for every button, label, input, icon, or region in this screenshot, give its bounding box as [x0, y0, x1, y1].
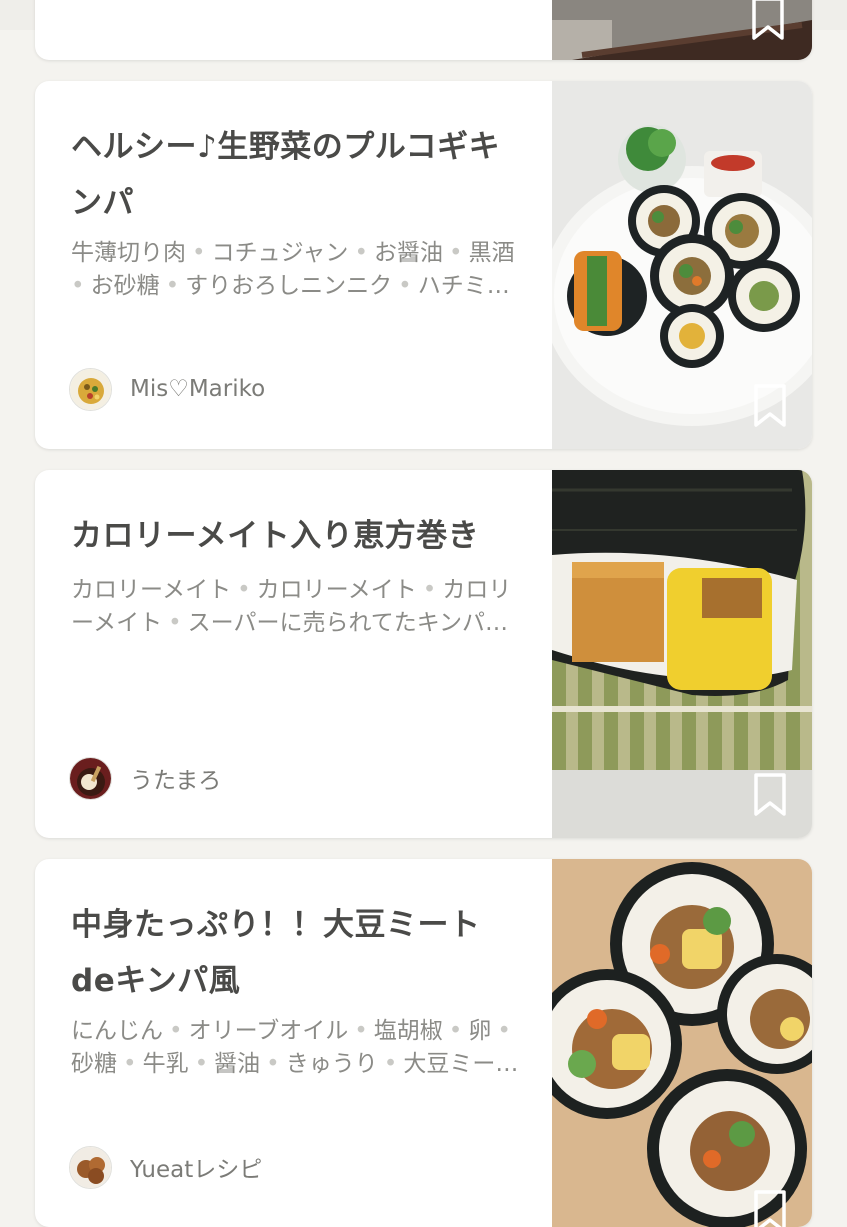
- avatar: [69, 756, 112, 800]
- recipe-image[interactable]: [532, 859, 812, 1227]
- author[interactable]: うたまろ: [69, 756, 221, 800]
- recipe-title[interactable]: 中身たっぷり！！大豆ミート deキンパ風: [71, 897, 531, 1009]
- author-name: うたまろ: [130, 768, 222, 794]
- recipe-title[interactable]: ヘルシー♪生野菜のプルコギキ ンパ: [71, 119, 531, 231]
- recipe-card[interactable]: 中身たっぷり！！大豆ミート deキンパ風 にんじん • オリーブオイル • 塩胡椒 • 卵 •…: [35, 859, 812, 1227]
- recipe-card-partial[interactable]: [35, 0, 812, 60]
- author[interactable]: Mis♡Mariko: [69, 367, 265, 411]
- bookmark-icon[interactable]: [752, 1189, 788, 1227]
- recipe-card[interactable]: ヘルシー♪生野菜のプルコギキ ンパ 牛薄切り肉 • コチュジャン • お醤油 • 黒酒 • お…: [35, 81, 812, 449]
- bookmark-icon[interactable]: [750, 0, 786, 42]
- ingredient-list: にんじん • オリーブオイル • 塩胡椒 • 卵 • 砂糖 • 牛乳 • 醤油 • きゅうり • 大豆ミー…: [71, 1018, 519, 1077]
- bookmark-icon[interactable]: [752, 383, 788, 429]
- author[interactable]: Yueatレシピ: [69, 1145, 262, 1189]
- bookmark-icon[interactable]: [752, 772, 788, 818]
- avatar: [69, 367, 112, 411]
- ingredient-list: カロリーメイト • カロリーメイト • カロリ ーメイト • スーパーに売られてたキンパ…: [71, 577, 512, 636]
- author-name: Yueatレシピ: [130, 1157, 263, 1183]
- recipe-image[interactable]: [542, 81, 812, 449]
- author-name: Mis♡Mariko: [130, 376, 266, 402]
- recipe-title[interactable]: カロリーメイト入り恵方巻き: [71, 508, 531, 564]
- recipe-card[interactable]: カロリーメイト入り恵方巻き カロリーメイト • カロリーメイト • カロリ ーメイト • ス…: [35, 470, 812, 838]
- avatar: [69, 1145, 112, 1189]
- recipe-image: [552, 0, 812, 60]
- recipe-image[interactable]: [552, 470, 812, 838]
- ingredient-list: 牛薄切り肉 • コチュジャン • お醤油 • 黒酒 • お砂糖 • すりおろしニンニク • ハチミ…: [71, 240, 515, 299]
